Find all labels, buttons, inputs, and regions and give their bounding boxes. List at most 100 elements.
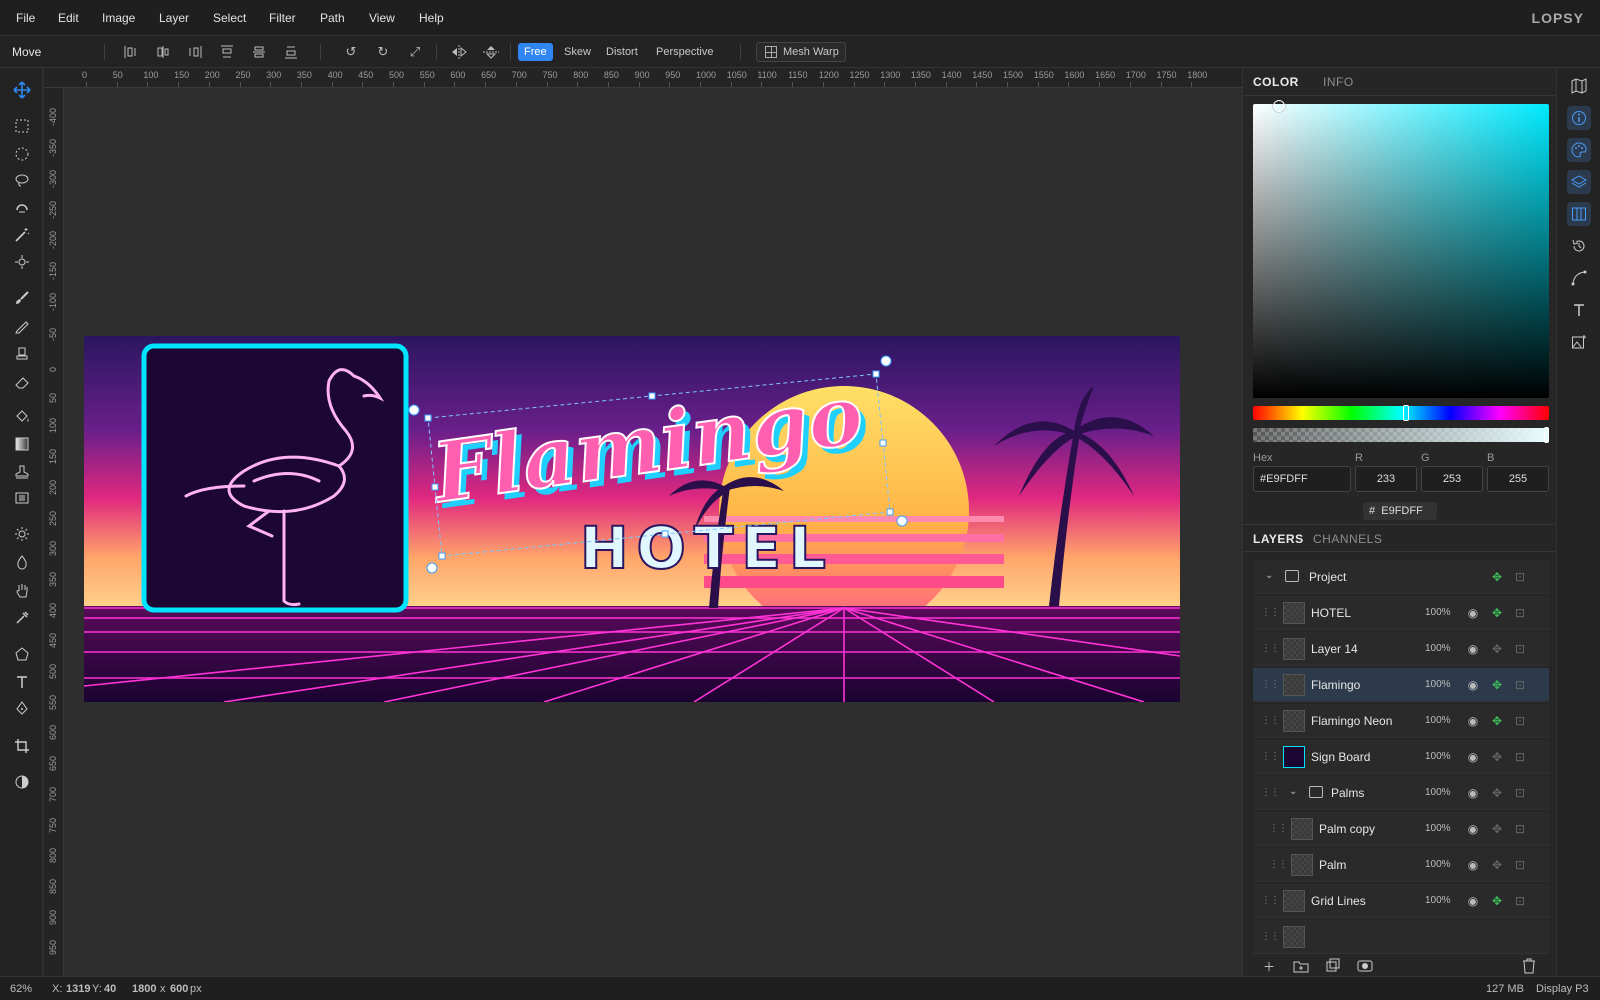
align-left-icon[interactable] (120, 42, 142, 62)
drag-handle-icon[interactable]: ⋮⋮ (1261, 715, 1280, 726)
eye-icon[interactable]: ◉ (1465, 893, 1481, 909)
drag-handle-icon[interactable]: ⋮⋮ (1261, 931, 1280, 942)
eye-icon[interactable]: ◉ (1465, 605, 1481, 621)
lasso-icon[interactable] (10, 168, 34, 192)
pencil-icon[interactable] (10, 314, 34, 338)
pattern-icon[interactable] (10, 486, 34, 510)
b-input[interactable]: 255 (1487, 466, 1549, 492)
layer-row[interactable]: ⋮⋮ Sign Board 100% ◉ ✥ ⊡ (1253, 740, 1549, 774)
layer-opacity[interactable]: 100% (1425, 823, 1451, 834)
menu-edit[interactable]: Edit (58, 11, 79, 25)
menu-select[interactable]: Select (213, 11, 246, 25)
tab-info[interactable]: INFO (1323, 75, 1354, 89)
layer-row-selected[interactable]: ⋮⋮ Flamingo 100% ◉ ✥ ⊡ (1253, 668, 1549, 702)
clone-stamp-icon[interactable] (10, 342, 34, 366)
rect-select-icon[interactable] (10, 114, 34, 138)
stamp-icon[interactable] (10, 460, 34, 484)
flip-horizontal-icon[interactable] (448, 42, 470, 62)
paint-bucket-icon[interactable] (10, 404, 34, 428)
drag-handle-icon[interactable]: ⋮⋮ (1269, 859, 1288, 870)
effects-icon[interactable]: ✥ (1489, 641, 1505, 657)
layer-row[interactable]: ⋮⋮ Palm 100% ◉ ✥ ⊡ (1253, 848, 1549, 882)
drag-handle-icon[interactable]: ⋮⋮ (1261, 751, 1280, 762)
map-icon[interactable] (1567, 74, 1591, 98)
tab-color[interactable]: COLOR (1253, 75, 1299, 89)
lock-icon[interactable]: ⊡ (1512, 857, 1528, 873)
menu-file[interactable]: File (16, 11, 35, 25)
drag-handle-icon[interactable]: ⋮⋮ (1261, 895, 1280, 906)
align-top-icon[interactable] (216, 42, 238, 62)
eye-icon[interactable]: ◉ (1465, 677, 1481, 693)
align-right-icon[interactable] (184, 42, 206, 62)
menu-view[interactable]: View (369, 11, 395, 25)
gradient-icon[interactable] (10, 432, 34, 456)
lock-icon[interactable]: ⊡ (1512, 821, 1528, 837)
lock-icon[interactable]: ⊡ (1512, 641, 1528, 657)
menu-filter[interactable]: Filter (269, 11, 296, 25)
canvas-area[interactable]: Flamingo Flamingo HOTEL (64, 88, 1242, 976)
drag-handle-icon[interactable]: ⋮⋮ (1261, 643, 1280, 654)
mesh-warp-button[interactable]: Mesh Warp (756, 42, 846, 62)
new-folder-icon[interactable] (1291, 956, 1311, 976)
layer-row[interactable]: ⋮⋮ Grid Lines 100% ◉ ✥ ⊡ (1253, 884, 1549, 918)
brush-icon[interactable] (10, 286, 34, 310)
lock-icon[interactable]: ⊡ (1512, 605, 1528, 621)
mode-free-button[interactable]: Free (518, 43, 553, 61)
layer-opacity[interactable]: 100% (1425, 679, 1451, 690)
mode-distort-button[interactable]: Distort (600, 43, 644, 61)
layer-opacity[interactable]: 100% (1425, 715, 1451, 726)
pen-tool-icon[interactable] (10, 696, 34, 720)
eraser-icon[interactable] (10, 370, 34, 394)
chevron-down-icon[interactable]: ⌄ (1265, 570, 1273, 581)
rotate-left-icon[interactable]: ↺ (340, 42, 362, 62)
trash-icon[interactable] (1519, 956, 1539, 976)
magic-wand-icon[interactable] (10, 223, 34, 247)
flip-vertical-icon[interactable] (480, 42, 502, 62)
color-picker-area[interactable] (1253, 100, 1549, 398)
drag-handle-icon[interactable]: ⋮⋮ (1261, 787, 1280, 798)
mode-perspective-button[interactable]: Perspective (650, 43, 719, 61)
duplicate-icon[interactable] (1323, 956, 1343, 976)
layer-row[interactable]: ⋮⋮ Flamingo Neon 100% ◉ ✥ ⊡ (1253, 704, 1549, 738)
alpha-thumb[interactable] (1544, 427, 1549, 443)
eye-icon[interactable]: ◉ (1465, 857, 1481, 873)
lock-icon[interactable]: ⊡ (1512, 713, 1528, 729)
drag-handle-icon[interactable]: ⋮⋮ (1261, 607, 1280, 618)
hue-slider[interactable] (1253, 405, 1549, 421)
menu-path[interactable]: Path (320, 11, 345, 25)
type-icon[interactable] (1567, 298, 1591, 322)
layer-opacity[interactable]: 100% (1425, 751, 1451, 762)
lock-icon[interactable]: ⊡ (1512, 677, 1528, 693)
eye-icon[interactable]: ◉ (1465, 821, 1481, 837)
eye-icon[interactable]: ◉ (1465, 641, 1481, 657)
align-center-h-icon[interactable] (152, 42, 174, 62)
layer-opacity[interactable]: 100% (1425, 787, 1451, 798)
effects-icon[interactable]: ✥ (1489, 605, 1505, 621)
align-bottom-icon[interactable] (280, 42, 302, 62)
layer-row-folder[interactable]: ⋮⋮ ⌄ Palms 100% ◉ ✥ ⊡ (1253, 776, 1549, 810)
eye-icon[interactable]: ◉ (1465, 749, 1481, 765)
ellipse-select-icon[interactable] (10, 142, 34, 166)
layer-row[interactable]: ⋮⋮ Palm copy 100% ◉ ✥ ⊡ (1253, 812, 1549, 846)
effects-icon[interactable]: ✥ (1489, 893, 1505, 909)
effects-icon[interactable]: ✥ (1489, 785, 1505, 801)
effects-icon[interactable]: ✥ (1489, 569, 1505, 585)
lock-icon[interactable]: ⊡ (1512, 893, 1528, 909)
palette-icon[interactable] (1567, 138, 1591, 162)
lock-icon[interactable]: ⊡ (1512, 785, 1528, 801)
drag-handle-icon[interactable]: ⋮⋮ (1261, 679, 1280, 690)
polygon-icon[interactable] (10, 642, 34, 666)
dodge-icon[interactable] (10, 522, 34, 546)
contrast-icon[interactable] (10, 770, 34, 794)
lock-icon[interactable]: ⊡ (1512, 749, 1528, 765)
text-tool-icon[interactable] (10, 670, 34, 694)
effects-icon[interactable]: ✥ (1489, 857, 1505, 873)
hue-thumb[interactable] (1403, 405, 1409, 421)
mask-icon[interactable] (1355, 956, 1375, 976)
image-add-icon[interactable] (1567, 330, 1591, 354)
effects-icon[interactable]: ✥ (1489, 713, 1505, 729)
g-input[interactable]: 253 (1421, 466, 1483, 492)
drag-handle-icon[interactable]: ⋮⋮ (1269, 823, 1288, 834)
layer-opacity[interactable]: 100% (1425, 607, 1451, 618)
layer-opacity[interactable]: 100% (1425, 859, 1451, 870)
